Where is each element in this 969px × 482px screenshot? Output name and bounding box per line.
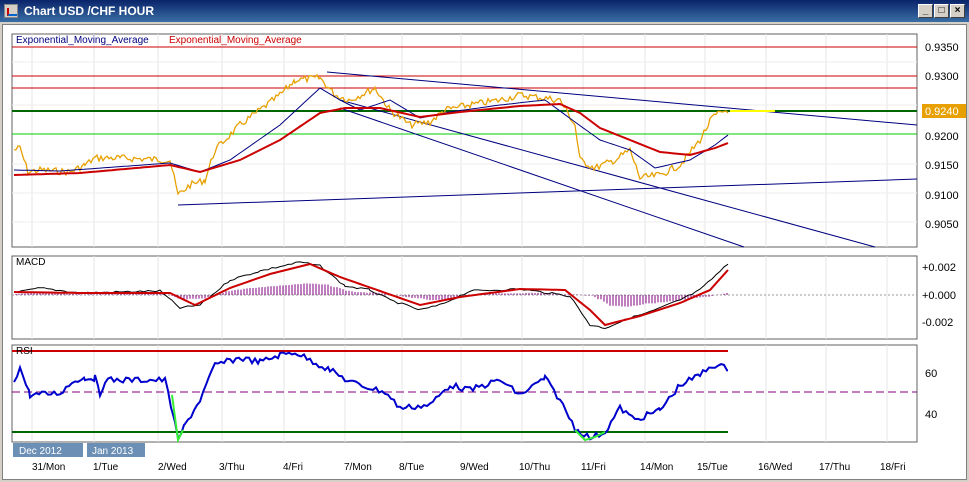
macd-tick: +0.002 (922, 262, 956, 274)
day-label: 10/Thu (519, 462, 550, 473)
day-label: 11/Fri (581, 462, 606, 473)
rsi-tick: 60 (925, 368, 937, 380)
rsi-label: RSI (16, 346, 33, 357)
price-scale: 0.9350 0.9300 0.9200 0.9150 0.9100 0.905… (925, 42, 959, 231)
legend-ema-fast: Exponential_Moving_Average (16, 35, 149, 46)
time-axis: 31/Mon 1/Tue 2/Wed 3/Thu 4/Fri 7/Mon 8/T… (32, 462, 906, 473)
day-label: 7/Mon (344, 462, 372, 473)
macd-panel[interactable] (11, 255, 918, 340)
main-price-panel[interactable] (11, 33, 918, 248)
day-label: 4/Fri (283, 462, 303, 473)
day-label: 18/Fri (880, 462, 906, 473)
price-tick: 0.9350 (925, 42, 959, 54)
day-label: 9/Wed (460, 462, 489, 473)
day-label: 2/Wed (158, 462, 187, 473)
month-tag-dec-label: Dec 2012 (19, 446, 62, 457)
macd-tick: -0.002 (922, 317, 953, 329)
chart-canvas[interactable]: 0.9240 Exponential_Moving_Average Expone… (0, 0, 969, 482)
rsi-tick: 40 (925, 409, 937, 421)
current-price-label: 0.9240 (925, 106, 959, 118)
day-label: 3/Thu (219, 462, 245, 473)
day-label: 15/Tue (697, 462, 728, 473)
price-tick: 0.9300 (925, 71, 959, 83)
price-tick: 0.9150 (925, 160, 959, 172)
day-label: 8/Tue (399, 462, 425, 473)
macd-label: MACD (16, 257, 45, 268)
day-label: 14/Mon (640, 462, 673, 473)
rsi-panel[interactable] (11, 344, 918, 443)
macd-tick: +0.000 (922, 290, 956, 302)
day-label: 31/Mon (32, 462, 65, 473)
price-tick: 0.9100 (925, 190, 959, 202)
day-label: 1/Tue (93, 462, 119, 473)
month-tag-jan-label: Jan 2013 (92, 446, 134, 457)
day-label: 17/Thu (819, 462, 850, 473)
legend-ema-slow: Exponential_Moving_Average (169, 35, 302, 46)
price-tick: 0.9200 (925, 131, 959, 143)
price-tick: 0.9050 (925, 219, 959, 231)
day-label: 16/Wed (758, 462, 792, 473)
